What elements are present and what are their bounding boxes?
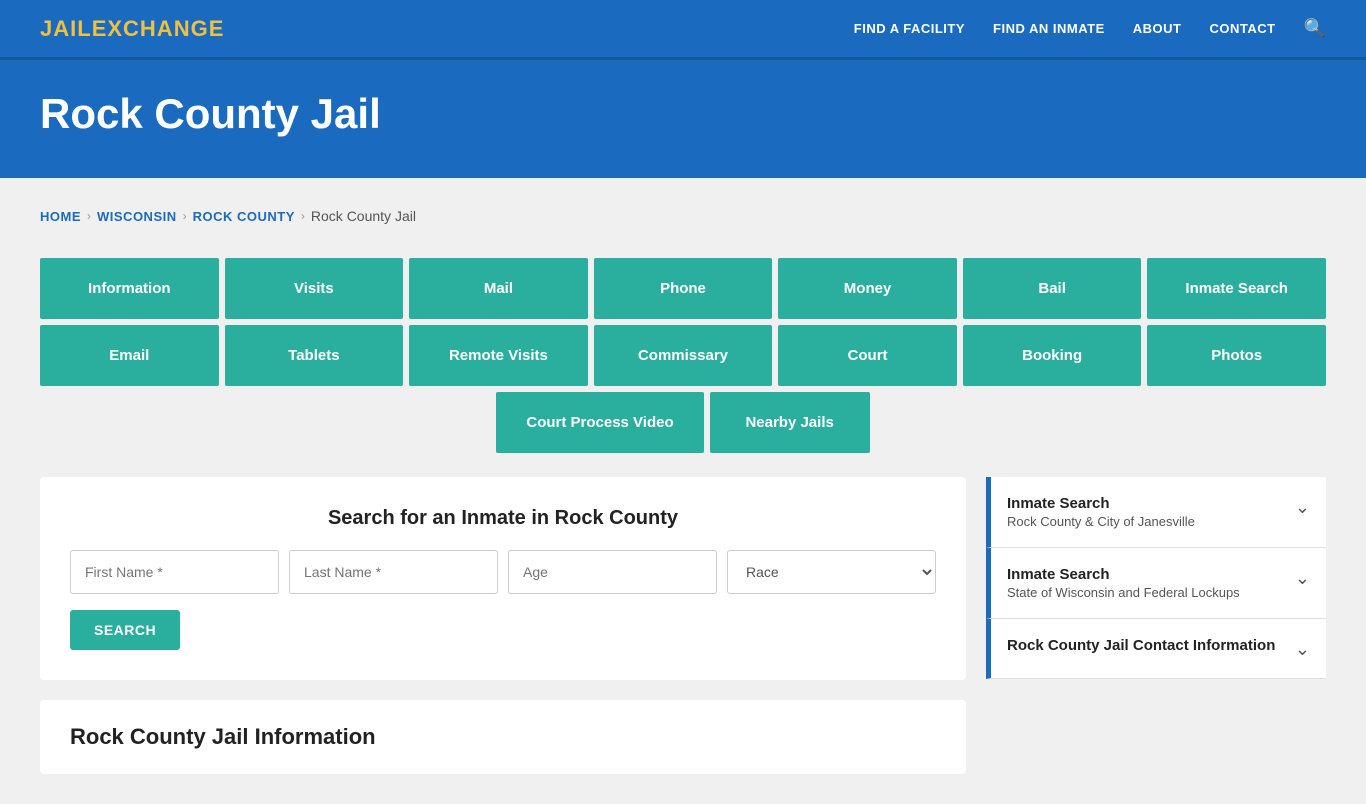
chevron-down-icon-3: ⌄ <box>1295 639 1310 660</box>
btn-visits[interactable]: Visits <box>225 258 404 319</box>
breadcrumb-rock-county[interactable]: Rock County <box>193 209 295 224</box>
nav-buttons-row1: Information Visits Mail Phone Money Bail… <box>40 258 1326 319</box>
nav-buttons-row2: Email Tablets Remote Visits Commissary C… <box>40 325 1326 386</box>
sidebar-item-2[interactable]: Inmate Search State of Wisconsin and Fed… <box>986 548 1326 619</box>
btn-bail[interactable]: Bail <box>963 258 1142 319</box>
inmate-search-box: Search for an Inmate in Rock County Race… <box>40 477 966 680</box>
first-name-input[interactable] <box>70 550 279 594</box>
breadcrumb: Home › Wisconsin › Rock County › Rock Co… <box>40 198 1326 234</box>
search-icon-button[interactable]: 🔍 <box>1304 18 1326 39</box>
logo-jail: JAIL <box>40 16 92 41</box>
sidebar-item-1-text: Inmate Search Rock County & City of Jane… <box>1007 495 1195 529</box>
sidebar-item-3[interactable]: Rock County Jail Contact Information ⌄ <box>986 619 1326 679</box>
nav-about[interactable]: ABOUT <box>1133 21 1182 36</box>
left-panel: Search for an Inmate in Rock County Race… <box>40 477 966 774</box>
btn-tablets[interactable]: Tablets <box>225 325 404 386</box>
nav-buttons-row3: Court Process Video Nearby Jails <box>40 392 1326 453</box>
breadcrumb-sep-1: › <box>87 209 91 223</box>
site-logo[interactable]: JAILEXCHANGE <box>40 16 224 42</box>
sidebar-item-1-subtitle: Rock County & City of Janesville <box>1007 514 1195 529</box>
search-button[interactable]: SEARCH <box>70 610 180 650</box>
btn-remote-visits[interactable]: Remote Visits <box>409 325 588 386</box>
sidebar-item-3-text: Rock County Jail Contact Information <box>1007 637 1275 656</box>
btn-phone[interactable]: Phone <box>594 258 773 319</box>
page-title: Rock County Jail <box>40 90 1326 138</box>
content-wrapper: Home › Wisconsin › Rock County › Rock Co… <box>0 178 1366 804</box>
sidebar-item-2-text: Inmate Search State of Wisconsin and Fed… <box>1007 566 1240 600</box>
btn-mail[interactable]: Mail <box>409 258 588 319</box>
breadcrumb-sep-3: › <box>301 209 305 223</box>
info-title: Rock County Jail Information <box>70 724 936 750</box>
btn-court-process-video[interactable]: Court Process Video <box>496 392 703 453</box>
right-sidebar: Inmate Search Rock County & City of Jane… <box>986 477 1326 679</box>
sidebar-item-3-title: Rock County Jail Contact Information <box>1007 637 1275 654</box>
btn-court[interactable]: Court <box>778 325 957 386</box>
race-select[interactable]: Race <box>727 550 936 594</box>
info-section: Rock County Jail Information <box>40 700 966 774</box>
hero-section: Rock County Jail <box>0 60 1366 178</box>
chevron-down-icon-1: ⌄ <box>1295 497 1310 518</box>
breadcrumb-home[interactable]: Home <box>40 209 81 224</box>
nav-contact[interactable]: CONTACT <box>1209 21 1275 36</box>
chevron-down-icon-2: ⌄ <box>1295 568 1310 589</box>
breadcrumb-sep-2: › <box>183 209 187 223</box>
sidebar-item-2-title: Inmate Search <box>1007 566 1240 583</box>
nav-find-facility[interactable]: FIND A FACILITY <box>854 21 965 36</box>
btn-inmate-search[interactable]: Inmate Search <box>1147 258 1326 319</box>
sidebar-item-1[interactable]: Inmate Search Rock County & City of Jane… <box>986 477 1326 548</box>
btn-money[interactable]: Money <box>778 258 957 319</box>
btn-commissary[interactable]: Commissary <box>594 325 773 386</box>
search-fields: Race <box>70 550 936 594</box>
sidebar-item-1-title: Inmate Search <box>1007 495 1195 512</box>
btn-email[interactable]: Email <box>40 325 219 386</box>
main-body: Search for an Inmate in Rock County Race… <box>40 477 1326 774</box>
nav-find-inmate[interactable]: FIND AN INMATE <box>993 21 1105 36</box>
last-name-input[interactable] <box>289 550 498 594</box>
sidebar-item-2-subtitle: State of Wisconsin and Federal Lockups <box>1007 585 1240 600</box>
btn-nearby-jails[interactable]: Nearby Jails <box>710 392 870 453</box>
site-header: JAILEXCHANGE FIND A FACILITY FIND AN INM… <box>0 0 1366 60</box>
age-input[interactable] <box>508 550 717 594</box>
breadcrumb-current: Rock County Jail <box>311 208 416 224</box>
main-nav: FIND A FACILITY FIND AN INMATE ABOUT CON… <box>854 18 1326 39</box>
btn-booking[interactable]: Booking <box>963 325 1142 386</box>
btn-information[interactable]: Information <box>40 258 219 319</box>
breadcrumb-wisconsin[interactable]: Wisconsin <box>97 209 177 224</box>
logo-exchange: EXCHANGE <box>92 16 225 41</box>
search-title: Search for an Inmate in Rock County <box>70 507 936 530</box>
btn-photos[interactable]: Photos <box>1147 325 1326 386</box>
